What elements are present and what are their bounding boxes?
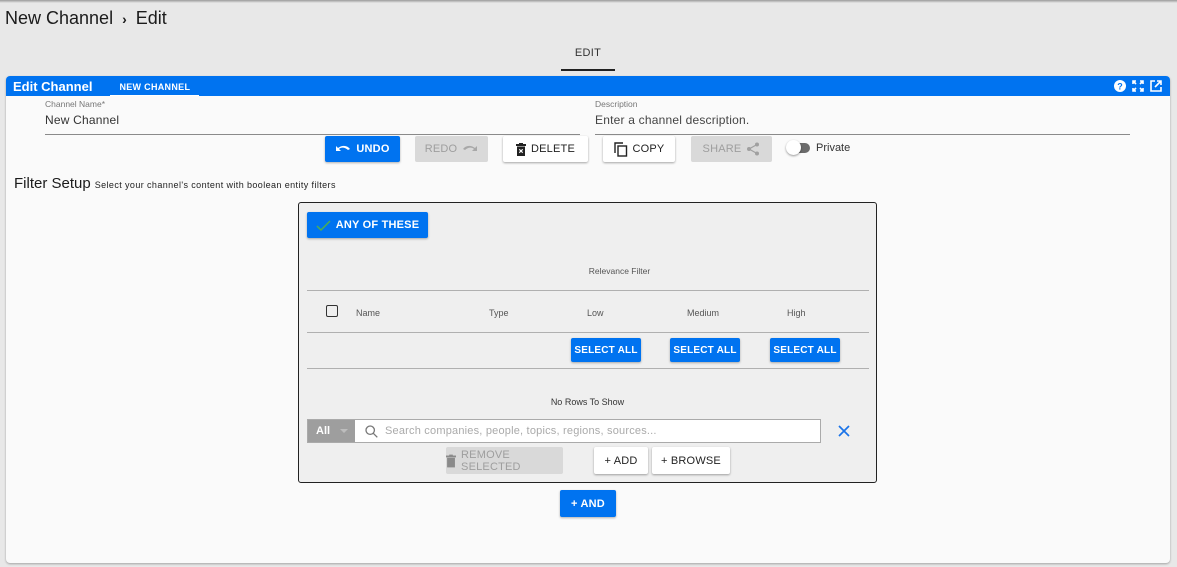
search-type-dropdown[interactable]: All <box>308 420 355 442</box>
tab-new-channel[interactable]: NEW CHANNEL <box>110 76 200 96</box>
description-input[interactable]: Enter a channel description. <box>595 113 1130 129</box>
caret-down-icon <box>340 429 349 433</box>
remove-selected-button[interactable]: REMOVE SELECTED <box>446 447 563 474</box>
trash-icon <box>516 142 526 156</box>
channel-name-underline <box>45 134 580 135</box>
close-icon[interactable] <box>837 424 851 438</box>
private-toggle[interactable]: Private <box>786 140 851 155</box>
description-field[interactable]: Description Enter a channel description. <box>595 99 1130 135</box>
search-input[interactable] <box>385 425 805 437</box>
card-header: Edit Channel NEW CHANNEL ? <box>6 76 1170 96</box>
tab-edit[interactable]: EDIT <box>561 40 615 71</box>
check-icon <box>316 219 331 231</box>
grid-divider <box>307 332 869 333</box>
redo-button[interactable]: REDO <box>415 136 488 162</box>
column-header-medium[interactable]: Medium <box>687 308 719 318</box>
column-header-name[interactable]: Name <box>356 308 380 318</box>
copy-button[interactable]: COPY <box>603 136 675 162</box>
select-all-low-button[interactable]: SELECT ALL <box>571 338 641 362</box>
trash-icon <box>446 454 457 467</box>
channel-name-input[interactable]: New Channel <box>45 113 580 129</box>
undo-icon <box>336 145 351 151</box>
help-icon[interactable]: ? <box>1113 79 1126 92</box>
column-header-low[interactable]: Low <box>587 308 604 318</box>
column-header-type[interactable]: Type <box>489 308 509 318</box>
description-label: Description <box>595 99 638 109</box>
private-toggle-track[interactable] <box>786 140 810 155</box>
share-icon <box>747 142 760 156</box>
entity-search: All <box>307 419 821 443</box>
share-label: SHARE <box>702 143 742 155</box>
undo-label: UNDO <box>356 143 390 155</box>
breadcrumb-current: Edit <box>135 8 167 28</box>
column-header-high[interactable]: High <box>787 308 806 318</box>
copy-label: COPY <box>632 143 665 155</box>
remove-selected-label: REMOVE SELECTED <box>461 448 521 473</box>
select-all-medium-button[interactable]: SELECT ALL <box>670 338 740 362</box>
share-button[interactable]: SHARE <box>691 136 772 162</box>
empty-message: No Rows To Show <box>550 397 625 407</box>
delete-label: DELETE <box>531 143 575 155</box>
filter-setup-subtitle: Select your channel's content with boole… <box>94 180 336 190</box>
browse-button[interactable]: + BROWSE <box>652 447 730 474</box>
copy-icon <box>613 141 627 157</box>
breadcrumb: New Channel › Edit <box>5 8 167 29</box>
select-all-high-button[interactable]: SELECT ALL <box>770 338 840 362</box>
edit-channel-card: Edit Channel NEW CHANNEL ? Channel Name*… <box>6 76 1170 563</box>
any-of-these-button[interactable]: ANY OF THESE <box>307 212 428 238</box>
search-input-wrapper <box>355 420 820 442</box>
tab-bar: EDIT <box>561 40 615 72</box>
card-title: Edit Channel <box>13 78 93 94</box>
channel-name-label: Channel Name* <box>45 99 106 109</box>
channel-name-field[interactable]: Channel Name* New Channel <box>45 99 580 135</box>
redo-icon <box>463 145 478 151</box>
filter-group: ANY OF THESE Relevance Filter Name Type … <box>298 202 877 483</box>
fullscreen-icon[interactable] <box>1131 79 1144 92</box>
search-icon <box>365 424 378 438</box>
relevance-filter-header: Relevance Filter <box>588 266 651 276</box>
filter-setup-heading: Filter Setup Select your channel's conte… <box>14 175 336 192</box>
any-of-these-label: ANY OF THESE <box>335 219 420 231</box>
svg-text:?: ? <box>1117 81 1123 91</box>
description-underline <box>595 134 1130 135</box>
grid-divider <box>307 368 869 369</box>
delete-button[interactable]: DELETE <box>503 136 588 162</box>
private-toggle-knob <box>786 140 801 155</box>
header-icons: ? <box>1113 79 1162 92</box>
grid-divider <box>307 290 869 291</box>
undo-button[interactable]: UNDO <box>325 136 400 162</box>
search-type-value: All <box>316 425 331 437</box>
private-label: Private <box>816 142 851 154</box>
select-all-checkbox[interactable] <box>326 305 338 317</box>
breadcrumb-separator-icon: › <box>122 10 127 27</box>
filter-setup-title: Filter Setup <box>14 175 91 192</box>
add-button[interactable]: + ADD <box>594 447 648 474</box>
open-external-icon[interactable] <box>1149 79 1162 92</box>
add-and-group-button[interactable]: + AND <box>560 490 616 517</box>
redo-label: REDO <box>424 143 458 155</box>
top-shadow <box>0 0 1177 3</box>
breadcrumb-parent[interactable]: New Channel <box>5 8 113 29</box>
